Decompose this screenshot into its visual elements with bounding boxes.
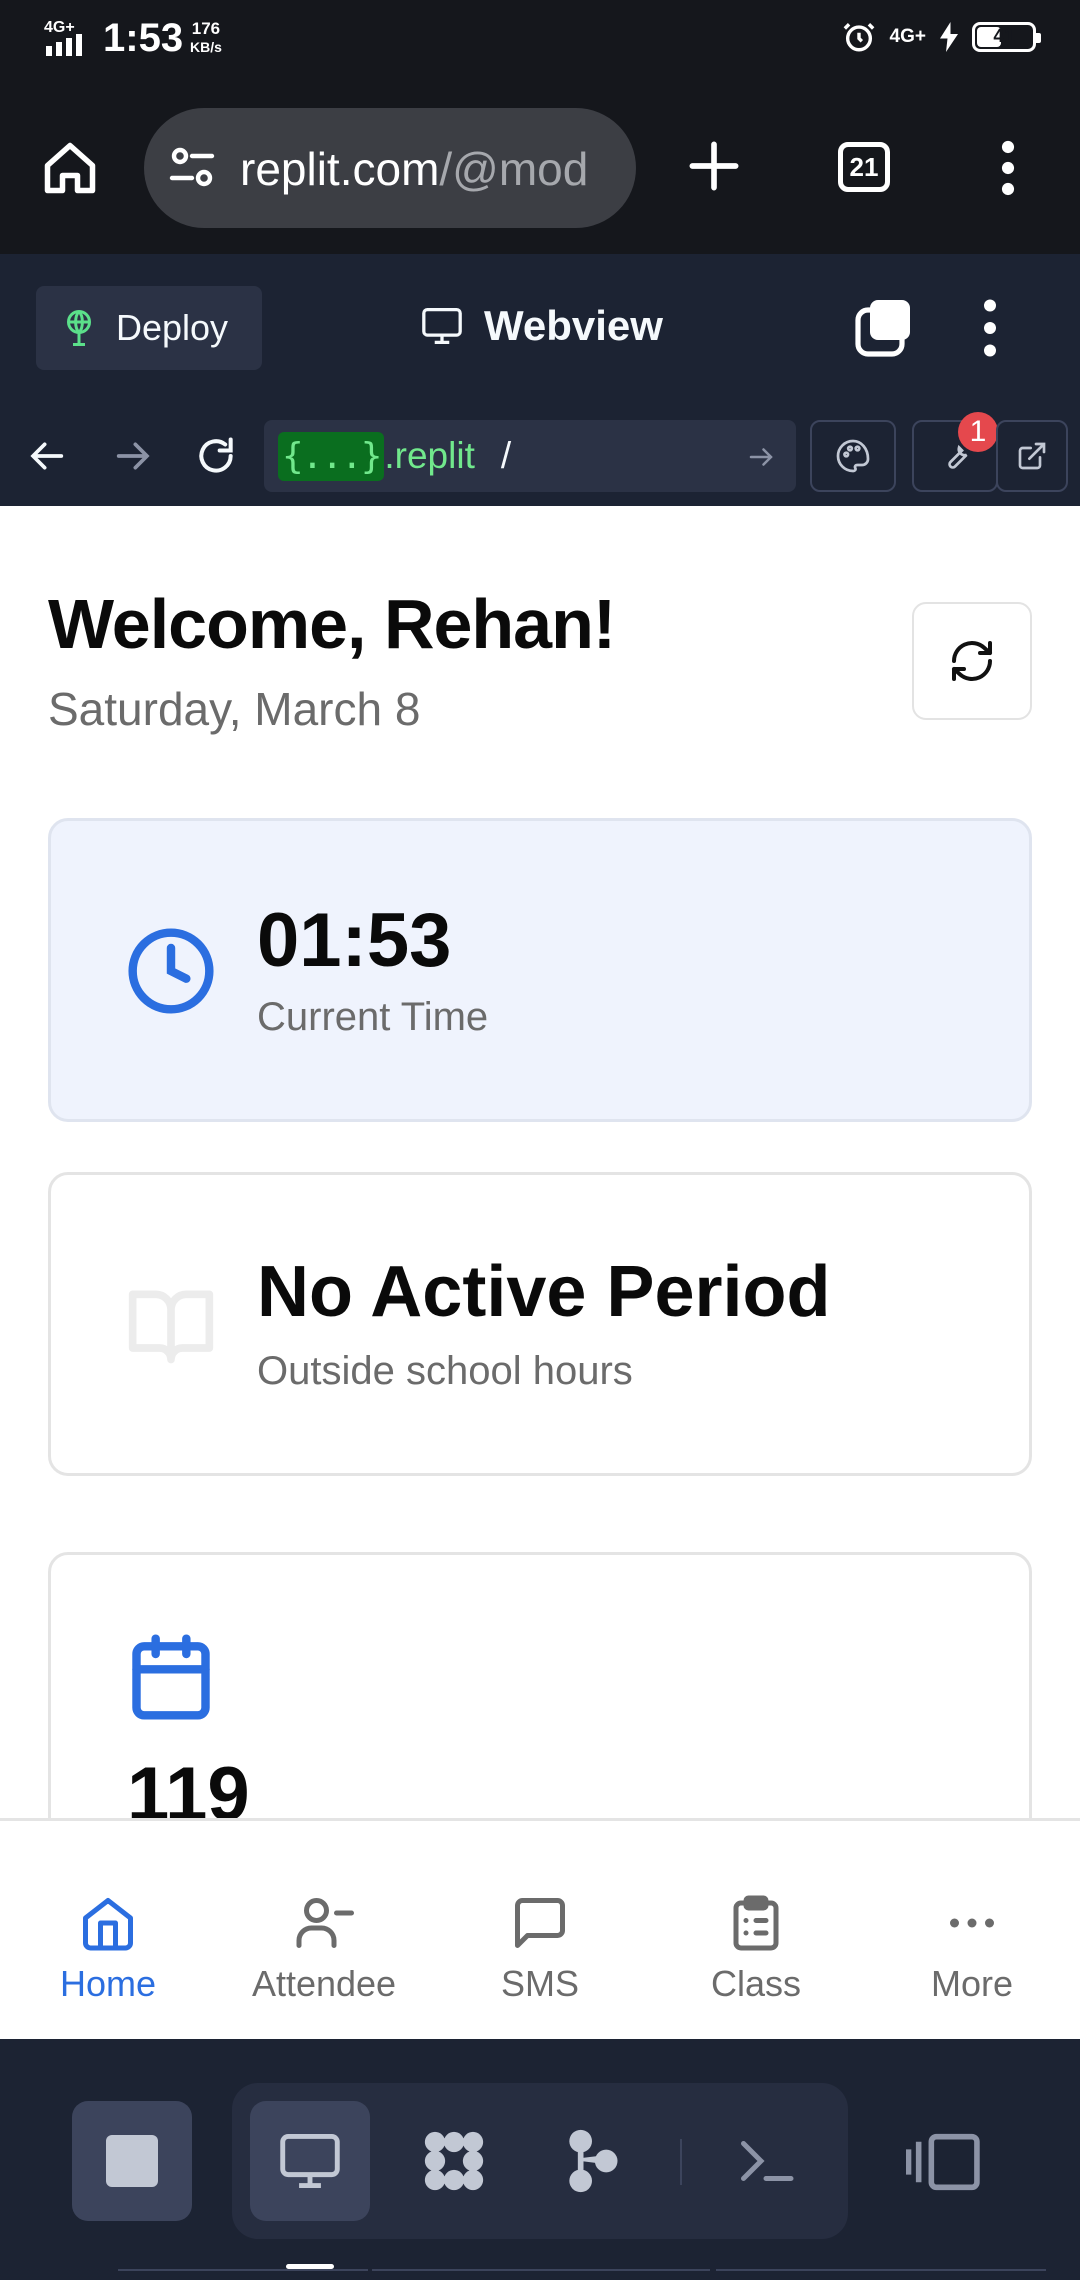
stop-icon [106,2135,158,2187]
external-link-icon [1016,440,1048,472]
monitor-icon [276,2131,344,2191]
browser-toolbar: replit.com/@mod 21 [0,82,1080,254]
current-time-card: 01:53 Current Time [48,818,1032,1122]
agent-tool-button[interactable] [394,2101,514,2221]
network-speed-unit: KB/s [190,39,222,55]
webview-tool-button[interactable] [250,2101,370,2221]
nav-home[interactable]: Home [0,1893,216,2005]
home-indicator[interactable] [286,2264,334,2269]
book-open-icon [125,1279,217,1371]
webview-domain: .replit [384,435,475,476]
more-horizontal-icon [864,1893,1080,1953]
go-arrow-icon[interactable] [746,442,776,472]
refresh-button[interactable] [912,602,1032,720]
url-path: /@mod [439,143,589,195]
replit-header: Deploy Webview [0,254,1080,408]
palette-icon [835,438,871,474]
new-tab-icon[interactable] [688,140,740,192]
nav-class[interactable]: Class [648,1893,864,2005]
network-speed: 176 KB/s [190,20,222,56]
welcome-heading: Welcome, Rehan! [48,585,616,663]
network-speed-value: 176 [191,19,221,38]
url-host: replit.com [240,143,440,195]
deploy-label: Deploy [116,307,229,348]
replit-toolbar [0,2039,1080,2280]
current-date: Saturday, March 8 [48,683,421,735]
nav-home-label: Home [59,1963,157,2004]
side-panel-icon[interactable] [906,2131,982,2193]
webview-url-bar[interactable]: {...} .replit / [264,420,796,492]
nav-sms-label: SMS [500,1963,579,2004]
deploy-button[interactable]: Deploy [36,286,262,370]
tool-separator [680,2139,682,2185]
reload-icon[interactable] [194,434,238,478]
app-content: Welcome, Rehan! Saturday, March 8 01:53 … [0,506,1080,2039]
open-external-button[interactable] [996,420,1068,492]
deploy-icon [64,310,94,346]
tray-edge [372,2269,710,2271]
url-text: replit.com/@mod [240,142,620,196]
nav-more[interactable]: More [864,1893,1080,2005]
agent-icon [416,2123,492,2199]
devtools-button[interactable]: 1 [912,412,998,492]
home-icon[interactable] [40,138,100,198]
time-label: Current Time [257,995,489,1039]
period-label: Outside school hours [257,1349,633,1393]
nav-more-label: More [930,1963,1014,2004]
refresh-icon [948,637,996,685]
webview-label: Webview [484,302,663,349]
nav-attendee-label: Attendee [251,1963,397,2004]
signal-icon: 4G+ [44,18,96,58]
tool-group [232,2083,848,2239]
tabs-button[interactable]: 21 [838,142,890,192]
time-value: 01:53 [257,898,452,983]
home-icon [0,1893,216,1953]
back-arrow-icon[interactable] [28,436,68,476]
clock-icon [125,925,217,1017]
code-chip: {...} [278,431,385,481]
notification-badge: 1 [958,412,998,452]
git-branch-icon [562,2127,622,2195]
shell-tool-button[interactable] [706,2101,826,2221]
overflow-menu-icon[interactable] [990,140,1026,196]
tabs-overview-icon[interactable] [854,298,914,358]
period-value: No Active Period [257,1252,831,1332]
active-period-card: No Active Period Outside school hours [48,1172,1032,1476]
bottom-navigation: Home Attendee SMS Class More [0,1818,1080,2039]
terminal-icon [736,2135,796,2187]
battery-icon: 41 [972,22,1041,52]
forward-arrow-icon[interactable] [112,436,152,476]
more-options-icon[interactable] [972,298,1008,358]
charging-icon [940,22,958,52]
palette-button[interactable] [810,420,896,492]
webview-path: / [500,435,512,476]
webview-nav: {...} .replit / 1 [0,406,1080,506]
nav-class-label: Class [710,1963,802,2004]
git-tool-button[interactable] [532,2101,652,2221]
stop-button[interactable] [72,2101,192,2221]
status-time: 1:53 [103,16,184,60]
nav-sms[interactable]: SMS [432,1893,648,2005]
monitor-icon [420,306,464,346]
user-minus-icon [216,1893,432,1953]
tray-edge [118,2269,368,2271]
site-settings-icon[interactable] [168,146,216,190]
clipboard-icon [648,1893,864,1953]
battery-level: 41 [993,26,1015,47]
tray-edge [716,2269,1046,2271]
network-type: 4G+ [889,26,926,47]
address-bar[interactable]: replit.com/@mod [144,108,636,228]
nav-attendee[interactable]: Attendee [216,1893,432,2005]
calendar-icon [125,1631,217,1723]
alarm-icon [842,20,876,54]
signal-label: 4G+ [44,19,75,36]
status-bar: 4G+ 1:53 176 KB/s 4G+ 41 [0,0,1080,82]
webview-tab[interactable]: Webview [420,302,663,350]
message-square-icon [432,1893,648,1953]
